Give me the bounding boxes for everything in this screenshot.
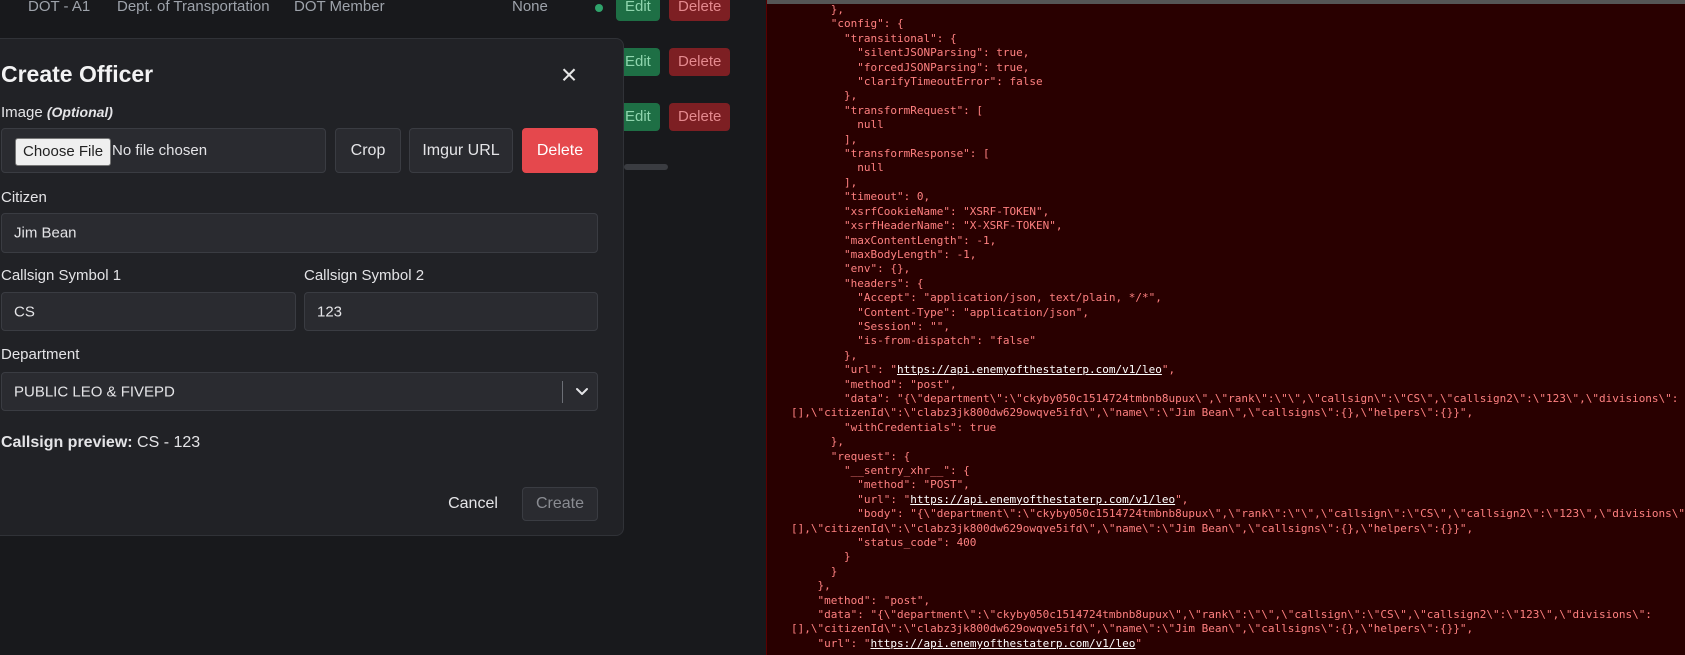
console-line: ], — [791, 132, 858, 146]
edit-button[interactable]: Edit — [616, 0, 660, 21]
department-cell: Dept. of Transportation — [117, 0, 270, 15]
console-line: "env": {}, — [791, 262, 911, 276]
console-line: }, — [791, 348, 858, 362]
callsign1-input[interactable]: CS — [1, 292, 296, 331]
division-cell: None — [512, 0, 548, 15]
console-line: "__sentry_xhr__": { — [791, 464, 970, 477]
console-line: "xsrfCookieName": "XSRF-TOKEN", — [791, 204, 1050, 218]
console-line: "withCredentials": true — [791, 420, 997, 434]
console-line: "is-from-dispatch": "false" — [791, 334, 1037, 348]
console-line: null — [791, 118, 884, 132]
delete-button[interactable]: Delete — [669, 48, 731, 76]
console-line: } — [791, 564, 838, 578]
close-icon: × — [560, 59, 578, 90]
chevron-down-icon[interactable] — [574, 383, 590, 399]
delete-button[interactable]: Delete — [669, 0, 731, 21]
choose-file-button[interactable]: Choose File — [15, 138, 112, 166]
console-line: "method": "post", — [791, 377, 957, 391]
delete-button[interactable]: Delete — [669, 103, 731, 131]
console-line: "request": { — [791, 449, 911, 463]
department-select[interactable]: PUBLIC LEO & FIVEPD — [1, 372, 598, 411]
callsign-preview: Callsign preview: CS - 123 — [1, 434, 200, 452]
no-file-text: No file chosen — [112, 142, 208, 159]
console-line: } — [791, 550, 851, 564]
scrollbar[interactable] — [624, 164, 668, 170]
console-line: "Session": "", — [791, 319, 950, 333]
console-line: "data": "{\"department\":\"ckyby050c1514… — [791, 391, 1679, 405]
console-line: "url": "https://api.enemyofthestaterp.co… — [791, 636, 1143, 650]
callsign1-label: Callsign Symbol 1 — [1, 267, 122, 284]
unit-cell: DOT - A1 — [28, 0, 91, 15]
modal-title: Create Officer — [1, 61, 154, 87]
console-line: ], — [791, 175, 858, 189]
cancel-button[interactable]: Cancel — [437, 487, 509, 521]
console-line: "maxContentLength": -1, — [791, 233, 997, 247]
console-line: "headers": { — [791, 276, 924, 290]
console-line: }, — [791, 89, 858, 103]
console-line: "xsrfHeaderName": "X-XSRF-TOKEN", — [791, 219, 1063, 233]
select-divider — [562, 381, 563, 403]
callsign-preview-label: Callsign preview: — [1, 434, 133, 451]
file-input[interactable]: Choose File No file chosen — [1, 128, 326, 173]
console-link[interactable]: https://api.enemyofthestaterp.com/v1/leo — [870, 637, 1135, 650]
console-line: "transformRequest": [ — [791, 103, 984, 117]
console-line: "url": "https://api.enemyofthestaterp.co… — [791, 363, 1176, 377]
callsign1-value: CS — [14, 303, 35, 320]
create-officer-modal: Create Officer × Image (Optional) Choose… — [0, 38, 624, 536]
console-line: "transitional": { — [791, 31, 957, 45]
console-line: }, — [791, 3, 844, 16]
status-dot-icon — [595, 4, 603, 12]
console-line: [],\"citizenId\":\"clabz3jk800dw629owqve… — [791, 521, 1474, 535]
citizen-label: Citizen — [1, 189, 47, 206]
console-line: null — [791, 161, 884, 175]
citizen-input[interactable]: Jim Bean — [1, 213, 598, 253]
console-line: "Accept": "application/json, text/plain,… — [791, 291, 1162, 305]
console-line: }, — [791, 435, 844, 449]
console-line: "timeout": 0, — [791, 190, 931, 204]
console-line: "forcedJSONParsing": true, — [791, 60, 1030, 74]
image-label: Image (Optional) — [1, 104, 113, 121]
console-line: "maxBodyLength": -1, — [791, 247, 977, 261]
callsign2-value: 123 — [317, 303, 343, 320]
console-link[interactable]: https://api.enemyofthestaterp.com/v1/leo — [910, 493, 1175, 506]
error-json-output: }, "config": { "transitional": { "silent… — [791, 3, 1685, 651]
console-line: "url": "https://api.enemyofthestaterp.co… — [791, 492, 1189, 506]
rank-cell: DOT Member — [294, 0, 385, 15]
imgur-url-button[interactable]: Imgur URL — [409, 128, 513, 173]
department-value: PUBLIC LEO & FIVEPD — [14, 383, 175, 400]
console-line: "Content-Type": "application/json", — [791, 305, 1090, 319]
department-label: Department — [1, 346, 80, 363]
console-line: [],\"citizenId\":\"clabz3jk800dw629owqve… — [791, 622, 1474, 636]
console-line: "transformResponse": [ — [791, 147, 990, 161]
crop-button[interactable]: Crop — [335, 128, 401, 173]
delete-image-button[interactable]: Delete — [522, 128, 598, 173]
callsign2-input[interactable]: 123 — [304, 292, 598, 331]
console-line: "clarifyTimeoutError": false — [791, 75, 1043, 89]
console-line: "method": "post", — [791, 593, 931, 607]
callsign2-label: Callsign Symbol 2 — [304, 267, 425, 284]
console-line: "method": "POST", — [791, 478, 970, 492]
error-console: }, "config": { "transitional": { "silent… — [766, 0, 1685, 655]
callsign-preview-value: CS - 123 — [137, 434, 201, 451]
console-line: "body": "{\"department\":\"ckyby050c1514… — [791, 507, 1685, 521]
optional-hint: (Optional) — [46, 104, 113, 120]
close-button[interactable]: × — [551, 58, 587, 94]
citizen-value: Jim Bean — [14, 224, 77, 242]
image-label-text: Image — [1, 104, 43, 121]
console-line: "status_code": 400 — [791, 536, 977, 550]
create-button[interactable]: Create — [522, 487, 598, 521]
console-line: "data": "{\"department\":\"ckyby050c1514… — [791, 608, 1652, 622]
console-line: }, — [791, 579, 831, 593]
console-line: "silentJSONParsing": true, — [791, 46, 1030, 60]
console-line: [],\"citizenId\":\"clabz3jk800dw629owqve… — [791, 406, 1474, 420]
console-line: "config": { — [791, 17, 904, 31]
console-link[interactable]: https://api.enemyofthestaterp.com/v1/leo — [897, 363, 1162, 376]
